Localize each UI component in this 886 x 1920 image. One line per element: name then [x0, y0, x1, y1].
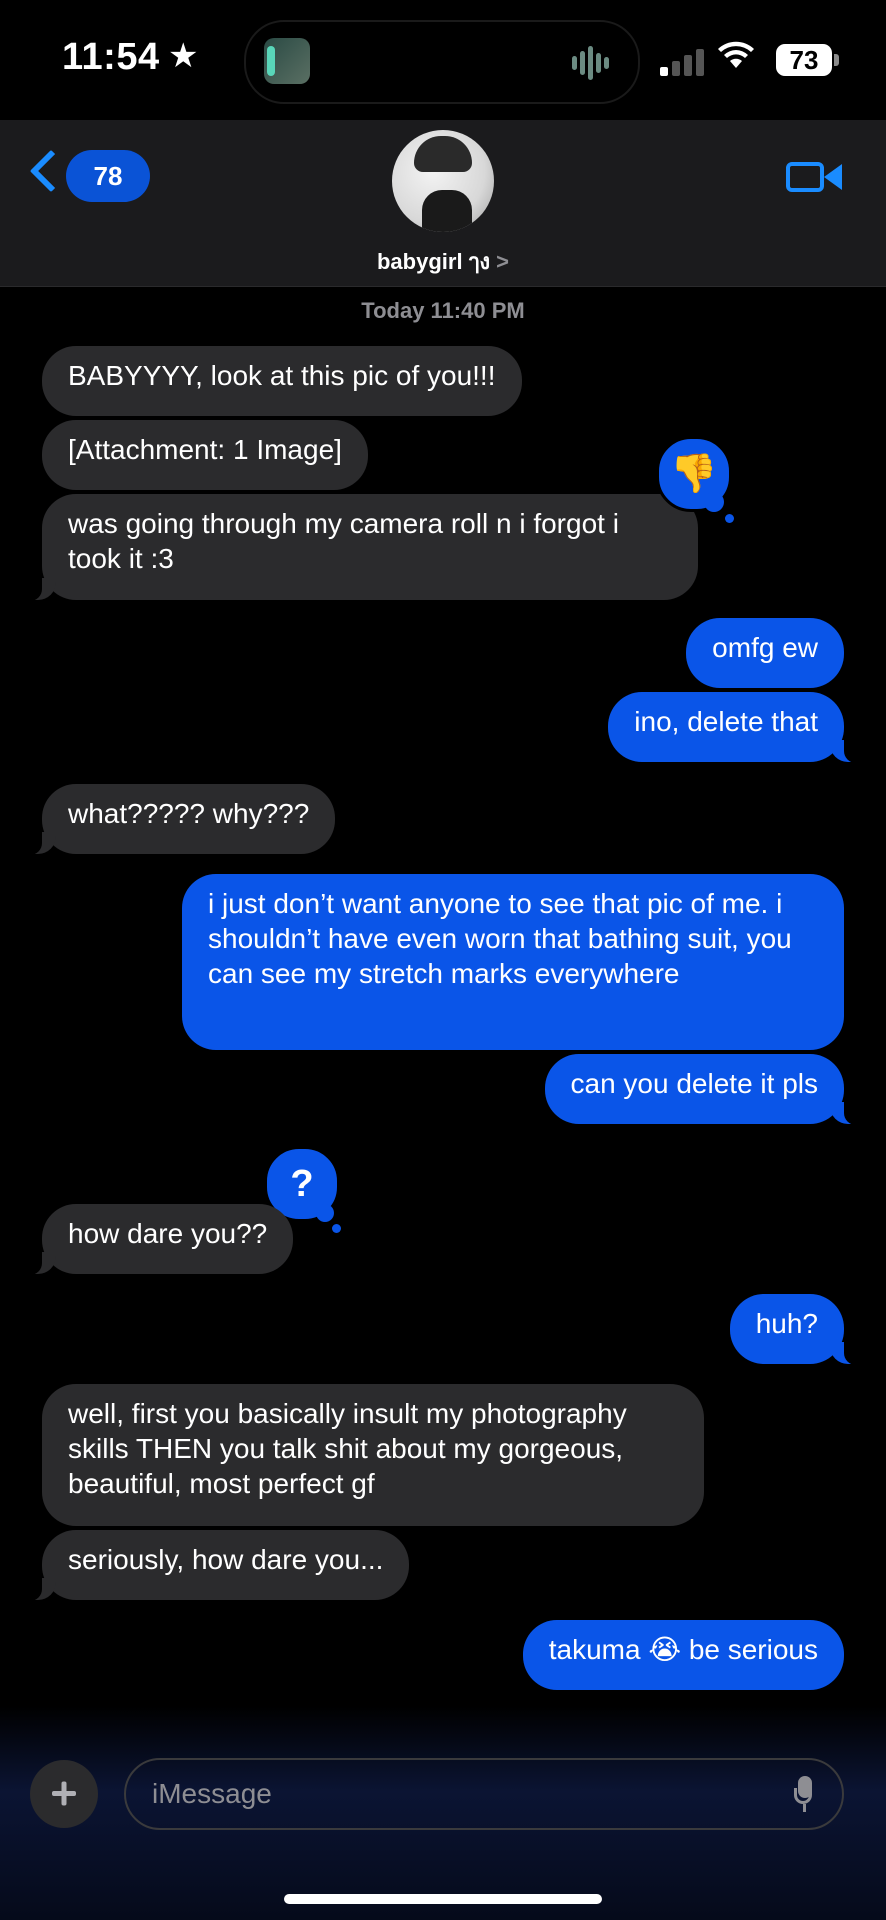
- video-camera-lens: [824, 164, 842, 190]
- message-text: was going through my camera roll n i for…: [68, 508, 619, 574]
- video-call-button[interactable]: [786, 158, 842, 198]
- contact-name: babygirl ๅง: [376, 249, 491, 274]
- dynamic-island[interactable]: [244, 20, 640, 104]
- message-sent[interactable]: takuma 😭 be serious: [522, 1620, 844, 1690]
- tapback-dot: [704, 492, 724, 512]
- message-text: seriously, how dare you...: [68, 1544, 384, 1575]
- plus-icon[interactable]: [30, 1760, 98, 1828]
- message-text: ino, delete that: [634, 706, 818, 737]
- message-sent[interactable]: can you delete it pls: [544, 1054, 858, 1125]
- home-indicator[interactable]: [284, 1894, 602, 1904]
- wifi-icon: [718, 40, 754, 79]
- battery-cap: [834, 54, 839, 66]
- message-received[interactable]: [Attachment: 1 Image]: [42, 420, 368, 490]
- tapback-dot: [725, 514, 734, 523]
- message-received[interactable]: how dare you??: [27, 1204, 294, 1275]
- message-text: what????? why???: [68, 798, 310, 829]
- conversation-timestamp: Today 11:40 PM: [361, 298, 525, 323]
- message-received[interactable]: was going through my camera roll n i for…: [28, 494, 698, 601]
- live-activity-icon: [264, 38, 310, 84]
- message-text: huh?: [755, 1308, 818, 1339]
- status-bar: 11:54 ★ 73: [0, 0, 886, 120]
- contact-name-button[interactable]: babygirl ๅง >: [0, 244, 886, 279]
- message-text: how dare you??: [68, 1218, 268, 1249]
- focus-star-icon: ★: [168, 37, 199, 75]
- message-sent[interactable]: huh?: [729, 1294, 859, 1365]
- audio-waveform-icon: [572, 46, 616, 80]
- imessage-input[interactable]: iMessage: [124, 1758, 844, 1830]
- message-received[interactable]: what????? why???: [27, 784, 336, 855]
- message-received[interactable]: seriously, how dare you...: [27, 1530, 410, 1601]
- message-sent[interactable]: omfg ew: [686, 618, 844, 688]
- unread-count-badge: 78: [66, 150, 150, 202]
- tapback-dot: [332, 1224, 341, 1233]
- conversation-header: 78 babygirl ๅง >: [0, 120, 886, 287]
- contact-chevron-icon: >: [496, 249, 510, 274]
- message-sent[interactable]: i just don’t want anyone to see that pic…: [182, 874, 844, 1050]
- message-text: can you delete it pls: [570, 1068, 819, 1099]
- contact-avatar[interactable]: [392, 130, 494, 232]
- microphone-icon[interactable]: [794, 1776, 814, 1812]
- message-received[interactable]: BABYYYY, look at this pic of you!!!: [42, 346, 522, 416]
- cellular-signal-icon: [660, 48, 704, 76]
- message-received[interactable]: well, first you basically insult my phot…: [42, 1384, 704, 1526]
- video-camera-icon: [786, 162, 824, 192]
- message-sent[interactable]: ino, delete that: [608, 692, 858, 763]
- status-time: 11:54: [62, 36, 160, 78]
- tapback-dot: [316, 1204, 334, 1222]
- imessage-placeholder: iMessage: [152, 1778, 272, 1809]
- battery-icon: 73: [776, 44, 832, 76]
